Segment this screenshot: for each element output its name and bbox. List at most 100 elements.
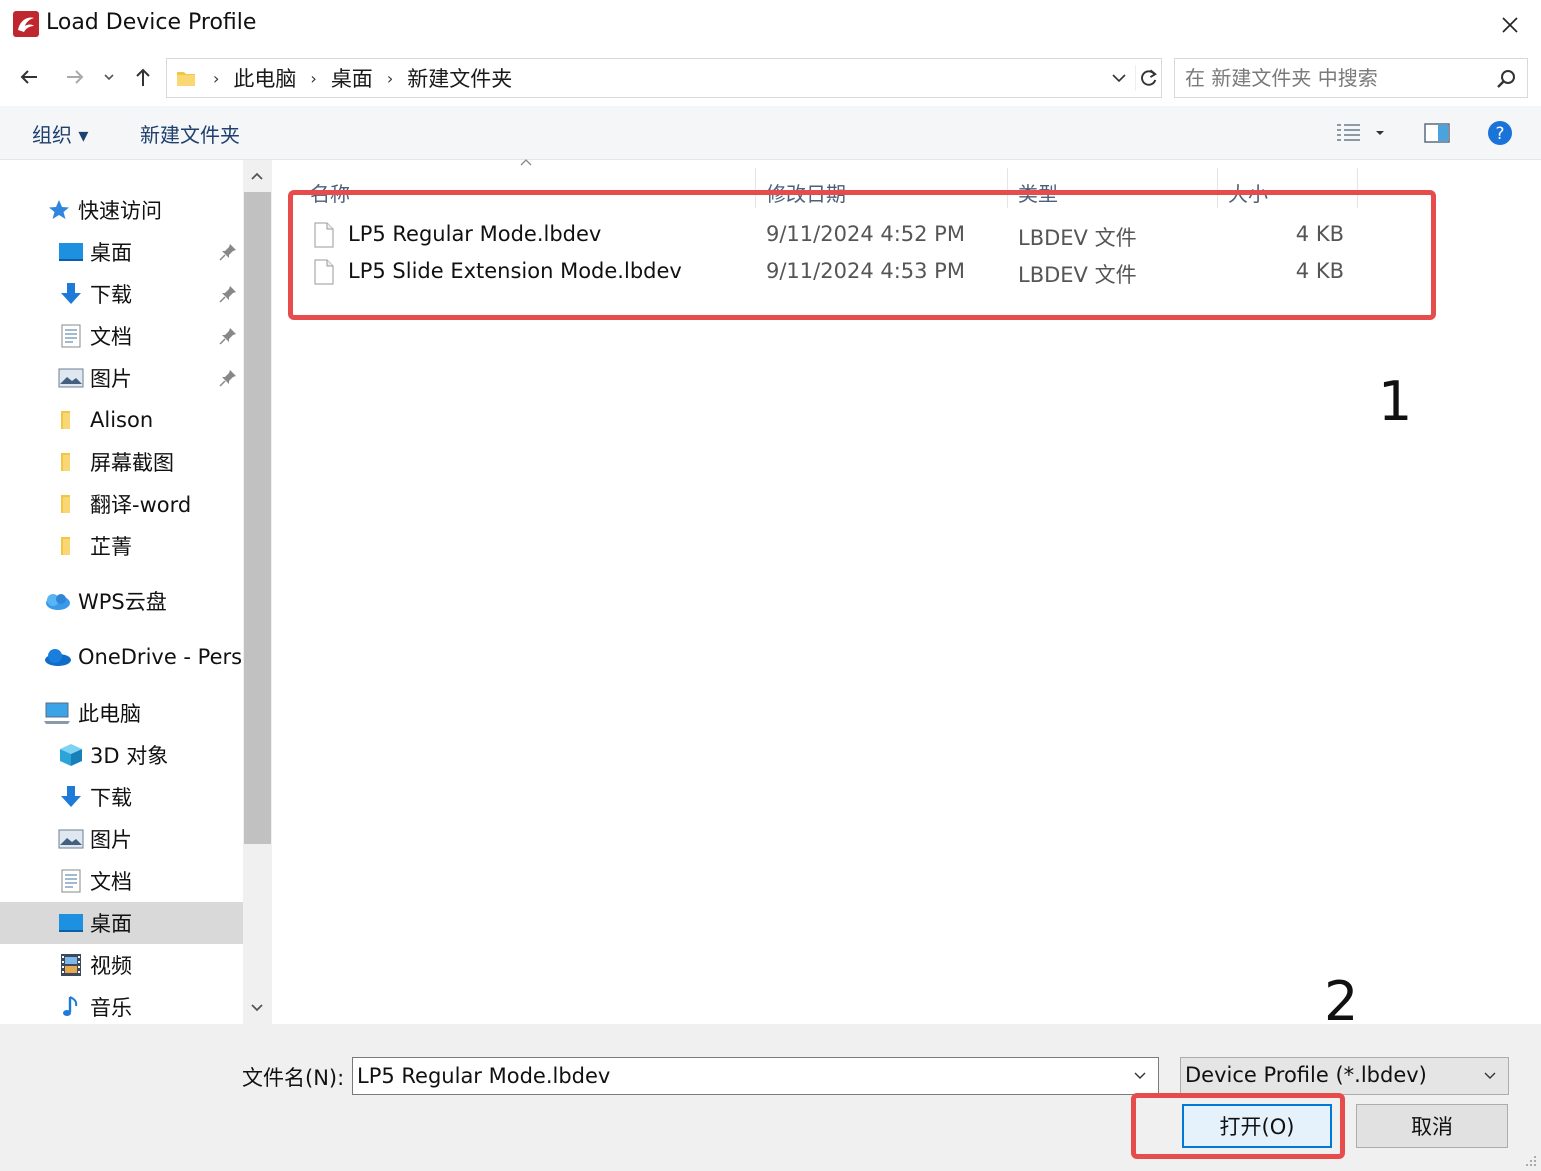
bottom-panel: 文件名(N): Device Profile (*.lbdev) 打开(O) 取… — [0, 1024, 1541, 1171]
pin-icon[interactable] — [218, 326, 238, 346]
nav-pc-documents[interactable]: 文档 — [58, 860, 132, 902]
nav-scrollbar[interactable] — [243, 160, 272, 1024]
nav-quick-zhijing[interactable]: 芷菁 — [58, 525, 132, 567]
search-input[interactable] — [1185, 63, 1485, 93]
command-toolbar: 组织 ▾ 新建文件夹 ? — [0, 106, 1541, 160]
nav-label: 音乐 — [90, 996, 132, 1020]
nav-label: 图片 — [90, 367, 132, 391]
folder-icon — [177, 72, 195, 86]
help-icon[interactable]: ? — [1486, 119, 1516, 147]
filename-combobox[interactable] — [352, 1057, 1159, 1095]
chevron-up-icon[interactable] — [249, 168, 265, 184]
nav-quick-screenshots[interactable]: 屏幕截图 — [58, 441, 174, 483]
scrollbar-thumb[interactable] — [244, 192, 271, 844]
nav-label: 翻译-word — [90, 493, 192, 517]
folder-icon — [61, 495, 70, 513]
nav-label: 下载 — [90, 283, 132, 307]
organize-button[interactable]: 组织 ▾ — [32, 119, 88, 148]
nav-label: 此电脑 — [78, 702, 141, 726]
cube-3d-icon — [60, 744, 82, 766]
refresh-icon[interactable] — [1135, 65, 1161, 91]
file-name: LP5 Regular Mode.lbdev — [348, 222, 602, 246]
chevron-down-icon — [104, 74, 114, 81]
file-size: 4 KB — [1295, 259, 1344, 283]
search-box[interactable] — [1174, 58, 1528, 98]
navigation-pane: 快速访问 桌面 下载 文档 图片 Alison 屏幕截图 翻译-word 芷菁 … — [0, 160, 272, 1024]
arrow-up-icon — [136, 68, 150, 86]
desktop-icon — [59, 914, 83, 932]
nav-label: 桌面 — [90, 912, 132, 936]
chevron-down-icon[interactable] — [1109, 68, 1129, 88]
nav-label: WPS云盘 — [78, 590, 167, 614]
chevron-down-icon[interactable] — [1132, 1068, 1148, 1084]
pictures-icon — [58, 829, 84, 849]
nav-quick-pictures[interactable]: 图片 — [58, 357, 132, 399]
document-icon — [61, 869, 81, 893]
file-row[interactable]: LP5 Slide Extension Mode.lbdev 9/11/2024… — [306, 255, 1396, 291]
forward-button[interactable] — [60, 62, 90, 92]
nav-label: 视频 — [90, 954, 132, 978]
cancel-button[interactable]: 取消 — [1356, 1104, 1508, 1148]
breadcrumb: › 此电脑 › 桌面 › 新建文件夹 — [175, 59, 512, 97]
breadcrumb-item-new-folder[interactable]: 新建文件夹 — [407, 63, 512, 93]
svg-text:?: ? — [1495, 124, 1504, 144]
preview-pane-icon[interactable] — [1422, 119, 1452, 147]
download-arrow-icon — [61, 786, 81, 807]
nav-quick-alison[interactable]: Alison — [58, 399, 153, 441]
pin-icon[interactable] — [218, 284, 238, 304]
new-folder-button[interactable]: 新建文件夹 — [140, 119, 240, 148]
star-icon — [49, 200, 69, 219]
nav-quick-downloads[interactable]: 下载 — [58, 273, 132, 315]
nav-pc-downloads[interactable]: 下载 — [58, 776, 132, 818]
pin-icon[interactable] — [218, 368, 238, 388]
cloud-icon — [46, 594, 70, 610]
view-options-chevron-icon[interactable] — [1370, 119, 1390, 147]
arrow-left-icon — [20, 70, 37, 84]
address-bar[interactable]: › 此电脑 › 桌面 › 新建文件夹 — [166, 58, 1162, 98]
file-name: LP5 Slide Extension Mode.lbdev — [348, 259, 682, 283]
nav-label: 桌面 — [90, 241, 132, 265]
chevron-down-icon[interactable] — [249, 1000, 265, 1016]
column-header-date[interactable]: 修改日期 — [758, 168, 1008, 208]
open-button[interactable]: 打开(O) — [1182, 1104, 1332, 1148]
recent-locations-button[interactable] — [96, 62, 122, 92]
nav-onedrive[interactable]: OneDrive - Persc — [42, 636, 254, 678]
nav-quick-desktop[interactable]: 桌面 — [58, 231, 132, 273]
filename-input[interactable] — [357, 1061, 1117, 1091]
resize-grip-icon[interactable] — [1523, 1153, 1537, 1167]
file-row[interactable]: LP5 Regular Mode.lbdev 9/11/2024 4:52 PM… — [306, 218, 1396, 254]
pin-icon[interactable] — [218, 242, 238, 262]
nav-quick-translate-word[interactable]: 翻译-word — [58, 483, 191, 525]
breadcrumb-item-this-pc[interactable]: 此电脑 — [233, 63, 296, 93]
filename-label: 文件名(N): — [242, 1066, 345, 1090]
chevron-right-icon: › — [386, 68, 394, 88]
breadcrumb-item-desktop[interactable]: 桌面 — [331, 63, 373, 93]
column-header-type[interactable]: 类型 — [1010, 168, 1218, 208]
up-button[interactable] — [128, 62, 158, 92]
file-type: LBDEV 文件 — [1018, 226, 1137, 250]
nav-label: 文档 — [90, 325, 132, 349]
file-icon — [314, 222, 334, 248]
nav-pc-3d-objects[interactable]: 3D 对象 — [58, 734, 168, 776]
nav-quick-access[interactable]: 快速访问 — [46, 189, 162, 231]
back-button[interactable] — [14, 62, 44, 92]
nav-pc-desktop[interactable]: 桌面 — [58, 902, 132, 944]
nav-pc-videos[interactable]: 视频 — [58, 944, 132, 986]
folder-icon — [61, 453, 70, 471]
nav-pc-pictures[interactable]: 图片 — [58, 818, 132, 860]
nav-this-pc[interactable]: 此电脑 — [42, 692, 141, 734]
chevron-right-icon: › — [310, 68, 317, 88]
folder-icon — [61, 411, 70, 429]
close-icon[interactable] — [1495, 10, 1525, 40]
music-note-icon — [63, 996, 78, 1016]
search-icon[interactable] — [1495, 68, 1517, 90]
view-details-icon[interactable] — [1334, 119, 1364, 147]
filetype-select[interactable]: Device Profile (*.lbdev) — [1180, 1057, 1509, 1095]
nav-label: 快速访问 — [78, 199, 162, 223]
nav-quick-documents[interactable]: 文档 — [58, 315, 132, 357]
nav-pc-music[interactable]: 音乐 — [58, 986, 132, 1024]
annotation-step-1: 1 — [1378, 370, 1413, 433]
column-header-name[interactable]: 名称 — [302, 168, 756, 208]
column-header-size[interactable]: 大小 — [1220, 168, 1358, 208]
nav-wps-cloud[interactable]: WPS云盘 — [42, 580, 167, 622]
